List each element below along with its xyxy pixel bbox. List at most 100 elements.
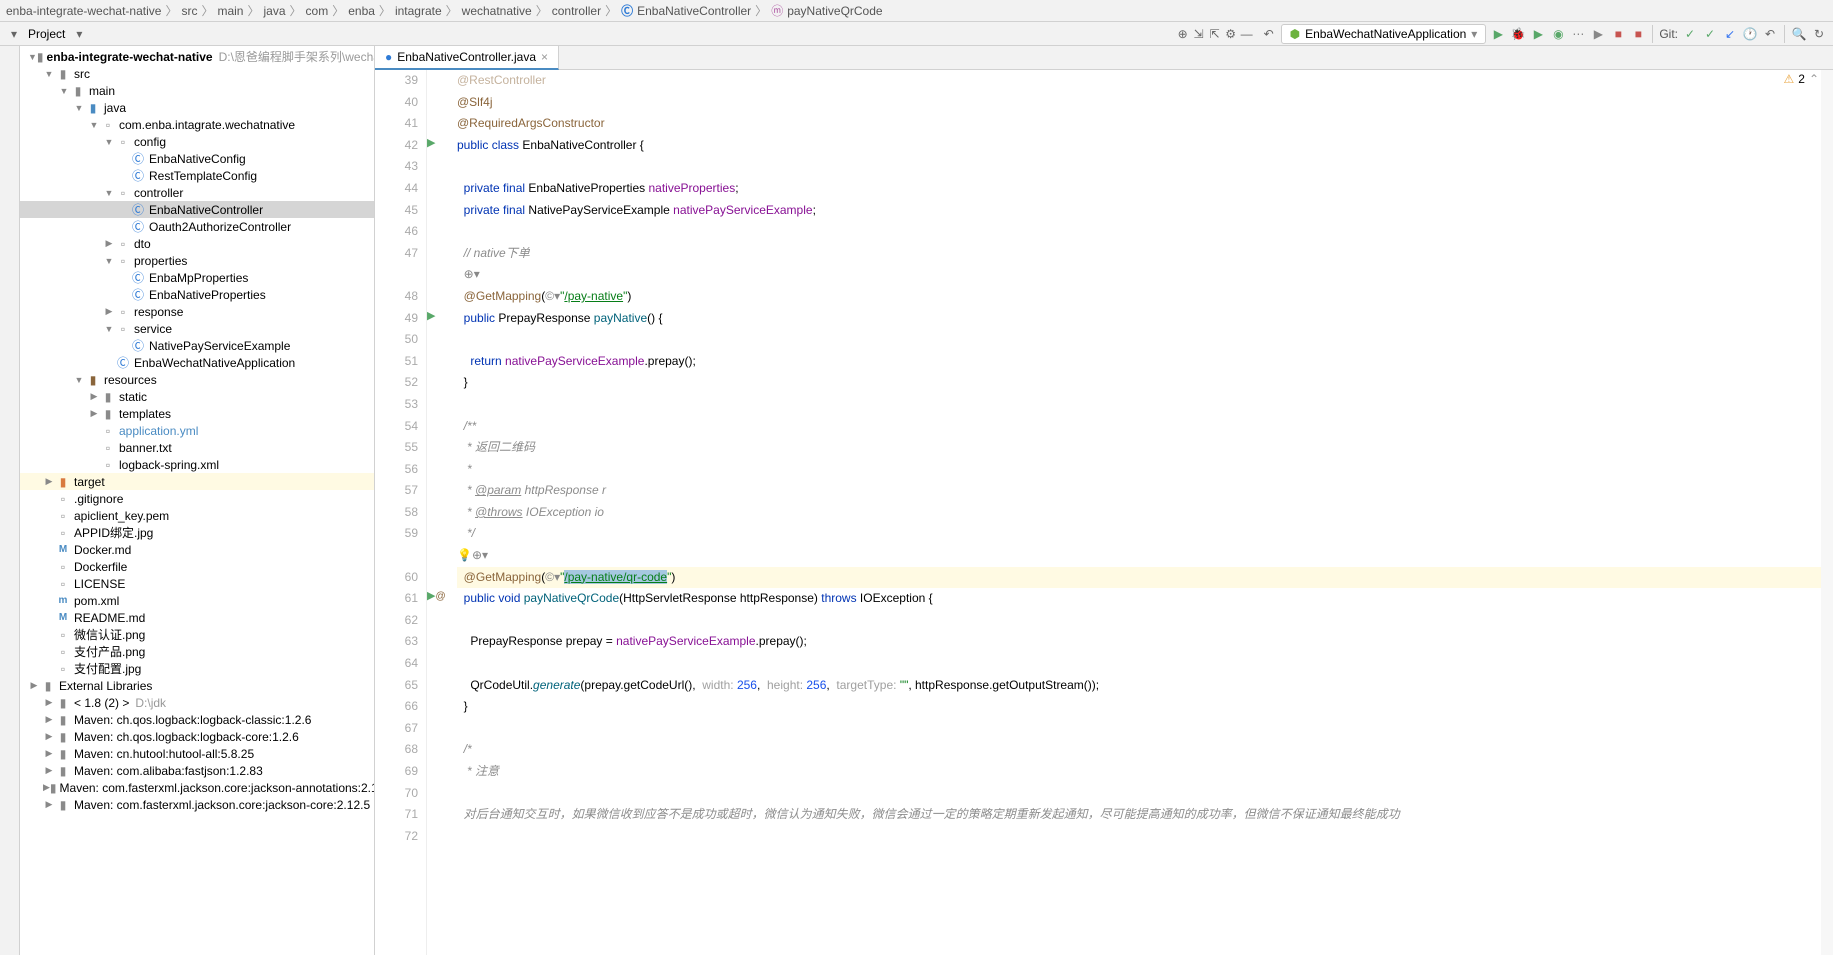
- tree-item[interactable]: ▶ⒸEnbaWechatNativeApplication: [20, 354, 374, 371]
- tree-item[interactable]: ▼▫config: [20, 133, 374, 150]
- code-editor[interactable]: 3940414243444546474849505152535455565758…: [375, 70, 1833, 955]
- tree-arrow-icon[interactable]: ▶: [43, 714, 55, 725]
- tree-item[interactable]: ▶ⒸEnbaNativeProperties: [20, 286, 374, 303]
- tree-item[interactable]: ▼▮resources: [20, 371, 374, 388]
- tree-item[interactable]: ▶MDocker.md: [20, 541, 374, 558]
- run-anything-icon[interactable]: ▶: [1590, 26, 1606, 42]
- tree-item[interactable]: ▶▮Maven: cn.hutool:hutool-all:5.8.25: [20, 745, 374, 762]
- tree-item[interactable]: ▶ⒸRestTemplateConfig: [20, 167, 374, 184]
- tree-item[interactable]: ▶▮Maven: com.alibaba:fastjson:1.2.83: [20, 762, 374, 779]
- hide-icon[interactable]: —: [1239, 26, 1255, 42]
- git-history-icon[interactable]: 🕐: [1742, 26, 1758, 42]
- git-push-icon[interactable]: ✓: [1702, 26, 1718, 42]
- git-update-icon[interactable]: ↙: [1722, 26, 1738, 42]
- tree-item[interactable]: ▶▮templates: [20, 405, 374, 422]
- tree-item[interactable]: ▼▮main: [20, 82, 374, 99]
- tree-arrow-icon[interactable]: ▼: [28, 52, 37, 62]
- tree-arrow-icon[interactable]: ▼: [43, 69, 55, 79]
- stop-button-icon[interactable]: ■: [1610, 26, 1626, 42]
- tree-item[interactable]: ▶▫apiclient_key.pem: [20, 507, 374, 524]
- tree-arrow-icon[interactable]: ▼: [88, 120, 100, 130]
- tree-item[interactable]: ▶▫application.yml: [20, 422, 374, 439]
- tree-item[interactable]: ▶▫微信认证.png: [20, 626, 374, 643]
- tree-item[interactable]: ▼▮src: [20, 65, 374, 82]
- breadcrumb-segment[interactable]: wechatnative: [462, 4, 532, 18]
- tree-arrow-icon[interactable]: ▶: [43, 748, 55, 759]
- search-everywhere-icon[interactable]: 🔍: [1791, 26, 1807, 42]
- tree-item[interactable]: ▶ⒸEnbaNativeConfig: [20, 150, 374, 167]
- run-coverage-icon[interactable]: ▶: [1530, 26, 1546, 42]
- tree-arrow-icon[interactable]: ▶: [88, 408, 100, 419]
- tree-arrow-icon[interactable]: ▼: [103, 324, 115, 334]
- tree-item[interactable]: ▶ⒸEnbaMpProperties: [20, 269, 374, 286]
- profile-icon[interactable]: ◉: [1550, 26, 1566, 42]
- tree-item[interactable]: ▶▮External Libraries: [20, 677, 374, 694]
- inspection-indicator[interactable]: ⚠2 ⌃: [1783, 72, 1819, 86]
- tree-arrow-icon[interactable]: ▼: [103, 256, 115, 266]
- tree-arrow-icon[interactable]: ▶: [43, 765, 55, 776]
- tree-item[interactable]: ▼▮java: [20, 99, 374, 116]
- breadcrumb-segment[interactable]: main: [217, 4, 243, 18]
- tree-arrow-icon[interactable]: ▼: [103, 188, 115, 198]
- select-opened-file-icon[interactable]: ⊕: [1175, 26, 1191, 42]
- git-rollback-icon[interactable]: ↶: [1762, 26, 1778, 42]
- tree-item[interactable]: ▶▫LICENSE: [20, 575, 374, 592]
- settings-gear-icon[interactable]: ⚙: [1223, 26, 1239, 42]
- editor-tab[interactable]: ● EnbaNativeController.java ×: [375, 46, 559, 70]
- tree-arrow-icon[interactable]: ▶: [43, 476, 55, 487]
- tree-arrow-icon[interactable]: ▶: [103, 238, 115, 249]
- tree-item[interactable]: ▶▮Maven: ch.qos.logback:logback-core:1.2…: [20, 728, 374, 745]
- expand-all-icon[interactable]: ⇲: [1191, 26, 1207, 42]
- tree-item[interactable]: ▶▫APPID绑定.jpg: [20, 524, 374, 541]
- tree-arrow-icon[interactable]: ▶: [28, 680, 40, 691]
- tree-item[interactable]: ▶▮Maven: com.fasterxml.jackson.core:jack…: [20, 779, 374, 796]
- breadcrumb-segment[interactable]: com: [306, 4, 329, 18]
- run-configuration-selector[interactable]: ⬢ EnbaWechatNativeApplication ▾: [1281, 24, 1487, 44]
- code-content[interactable]: @RestController@Slf4j@RequiredArgsConstr…: [455, 70, 1833, 955]
- tree-item[interactable]: ▶MREADME.md: [20, 609, 374, 626]
- error-stripe[interactable]: [1821, 70, 1833, 955]
- tree-item[interactable]: ▶▫支付产品.png: [20, 643, 374, 660]
- collapse-all-icon[interactable]: ⇱: [1207, 26, 1223, 42]
- tree-item[interactable]: ▼▫properties: [20, 252, 374, 269]
- tree-arrow-icon[interactable]: ▼: [58, 86, 70, 96]
- breadcrumb-segment[interactable]: java: [264, 4, 286, 18]
- tree-item[interactable]: ▶▫.gitignore: [20, 490, 374, 507]
- close-tab-icon[interactable]: ×: [541, 50, 548, 64]
- ide-settings-icon[interactable]: ↻: [1811, 26, 1827, 42]
- tree-arrow-icon[interactable]: ▶: [43, 731, 55, 742]
- tree-item[interactable]: ▶▫Dockerfile: [20, 558, 374, 575]
- tree-item[interactable]: ▶▫支付配置.jpg: [20, 660, 374, 677]
- tree-item[interactable]: ▶▮target: [20, 473, 374, 490]
- breadcrumb-segment[interactable]: src: [181, 4, 197, 18]
- tree-item[interactable]: ▶ⒸNativePayServiceExample: [20, 337, 374, 354]
- breadcrumb-segment[interactable]: enba: [348, 4, 375, 18]
- tree-arrow-icon[interactable]: ▶: [43, 799, 55, 810]
- stop-all-icon[interactable]: ■: [1630, 26, 1646, 42]
- breadcrumb-segment[interactable]: intagrate: [395, 4, 442, 18]
- tree-item[interactable]: ▼▮enba-integrate-wechat-nativeD:\恩爸编程脚手架…: [20, 48, 374, 65]
- tree-arrow-icon[interactable]: ▶: [43, 697, 55, 708]
- git-commit-icon[interactable]: ✓: [1682, 26, 1698, 42]
- dropdown-arrow-icon[interactable]: ▾: [71, 26, 87, 42]
- run-button-icon[interactable]: ▶: [1490, 26, 1506, 42]
- tree-item[interactable]: ▶ⒸOauth2AuthorizeController: [20, 218, 374, 235]
- tree-item[interactable]: ▶▮Maven: com.fasterxml.jackson.core:jack…: [20, 796, 374, 813]
- tree-arrow-icon[interactable]: ▶: [103, 306, 115, 317]
- tree-item[interactable]: ▶▫response: [20, 303, 374, 320]
- tree-item[interactable]: ▶▮static: [20, 388, 374, 405]
- breadcrumb-segment[interactable]: EnbaNativeController: [637, 4, 751, 18]
- breadcrumb-segment[interactable]: enba-integrate-wechat-native: [6, 4, 161, 18]
- project-dropdown-icon[interactable]: ▾: [6, 26, 22, 42]
- tree-arrow-icon[interactable]: ▶: [88, 391, 100, 402]
- debug-button-icon[interactable]: 🐞: [1510, 26, 1526, 42]
- tree-item[interactable]: ▶▮< 1.8 (2) >D:\jdk: [20, 694, 374, 711]
- tree-item[interactable]: ▶mpom.xml: [20, 592, 374, 609]
- back-icon[interactable]: ↶: [1261, 26, 1277, 42]
- tree-item[interactable]: ▼▫service: [20, 320, 374, 337]
- tree-item[interactable]: ▶▫banner.txt: [20, 439, 374, 456]
- tree-arrow-icon[interactable]: ▶: [43, 782, 50, 793]
- breadcrumb-segment[interactable]: controller: [552, 4, 601, 18]
- tree-item[interactable]: ▼▫com.enba.intagrate.wechatnative: [20, 116, 374, 133]
- project-label[interactable]: Project: [28, 27, 65, 41]
